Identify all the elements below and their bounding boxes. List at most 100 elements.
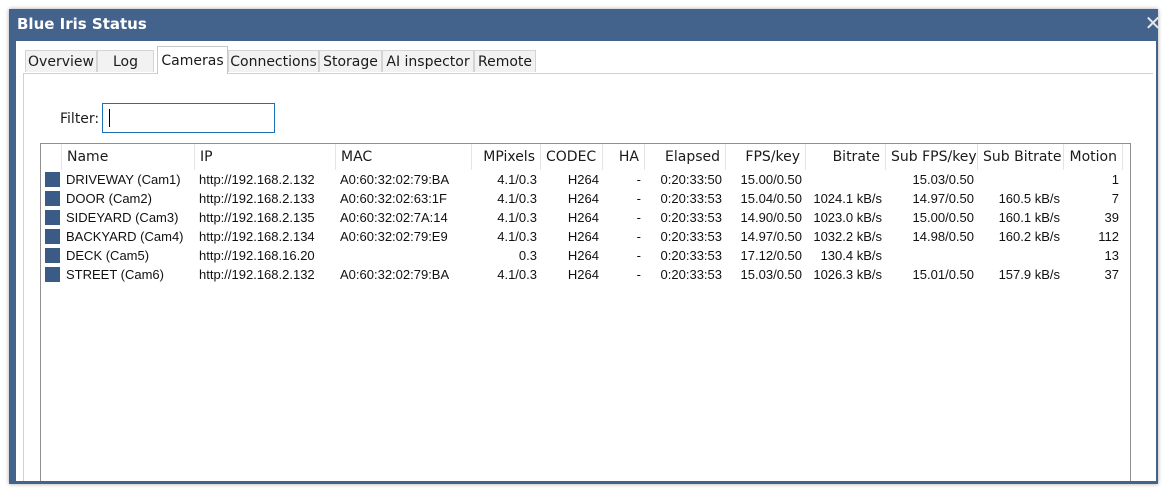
table-row[interactable]: DECK (Cam5) http://192.168.16.20 0.3 H26… — [41, 246, 1130, 265]
camera-bitrate: 1024.1 kB/s — [813, 191, 882, 206]
camera-bitrate: 1023.0 kB/s — [813, 210, 882, 225]
camera-mpixels: 0.3 — [518, 248, 537, 263]
camera-color-swatch — [45, 172, 60, 187]
camera-color-swatch — [45, 267, 60, 282]
camera-sub-fps-key: 15.01/0.50 — [912, 267, 974, 282]
text-cursor — [109, 109, 110, 127]
camera-elapsed: 0:20:33:53 — [660, 248, 722, 263]
camera-elapsed: 0:20:33:53 — [660, 229, 722, 244]
column-header-ha[interactable]: HA — [603, 144, 645, 170]
column-header-mac[interactable]: MAC — [336, 144, 472, 170]
camera-mpixels: 4.1/0.3 — [497, 267, 537, 282]
tab-strip: Overview Log Cameras Connections Storage… — [16, 41, 1156, 74]
camera-elapsed: 0:20:33:53 — [660, 210, 722, 225]
tab-log[interactable]: Log — [97, 50, 154, 72]
list-rows: DRIVEWAY (Cam1) http://192.168.2.132 A0:… — [41, 170, 1130, 284]
camera-sub-bitrate — [978, 246, 1064, 265]
camera-name: DOOR (Cam2) — [66, 191, 152, 206]
table-row[interactable]: DOOR (Cam2) http://192.168.2.133 A0:60:3… — [41, 189, 1130, 208]
camera-name: DRIVEWAY (Cam1) — [66, 172, 181, 187]
camera-ha: - — [636, 267, 641, 282]
camera-codec: H264 — [567, 191, 599, 206]
camera-sub-bitrate: 160.5 kB/s — [998, 191, 1060, 206]
column-header-sub-fps-key[interactable]: Sub FPS/key — [886, 144, 978, 170]
tab-remote[interactable]: Remote — [474, 50, 536, 72]
column-header-motion[interactable]: Motion — [1064, 144, 1123, 170]
camera-mpixels: 4.1/0.3 — [497, 172, 537, 187]
camera-codec: H264 — [567, 267, 599, 282]
camera-motion: 1 — [1111, 172, 1119, 187]
camera-mac: A0:60:32:02:79:BA — [340, 267, 450, 282]
camera-name: BACKYARD (Cam4) — [66, 229, 184, 244]
camera-fps-key: 14.97/0.50 — [740, 229, 802, 244]
camera-codec: H264 — [567, 248, 599, 263]
column-header-mpixels[interactable]: MPixels — [472, 144, 541, 170]
camera-sub-fps-key — [886, 246, 978, 265]
column-header-color[interactable] — [41, 144, 62, 170]
column-header-sub-bitrate[interactable]: Sub Bitrate — [978, 144, 1064, 170]
camera-ip: http://192.168.2.135 — [199, 210, 315, 225]
window-client: Overview Log Cameras Connections Storage… — [16, 41, 1156, 481]
camera-ha: - — [636, 191, 641, 206]
camera-name: DECK (Cam5) — [66, 248, 150, 263]
title-bar[interactable]: Blue Iris Status ✕ — [9, 9, 1161, 39]
camera-ip: http://192.168.2.132 — [199, 172, 315, 187]
camera-bitrate — [806, 170, 886, 189]
camera-motion: 13 — [1104, 248, 1119, 263]
camera-sub-fps-key: 15.00/0.50 — [912, 210, 974, 225]
tab-cameras[interactable]: Cameras — [157, 46, 228, 74]
tab-overview[interactable]: Overview — [25, 50, 97, 72]
camera-sub-fps-key: 14.97/0.50 — [912, 191, 974, 206]
tab-storage[interactable]: Storage — [319, 50, 382, 72]
camera-motion: 7 — [1111, 191, 1119, 206]
column-header-fps-key[interactable]: FPS/key — [726, 144, 806, 170]
camera-mac: A0:60:32:02:79:E9 — [340, 229, 448, 244]
camera-name: SIDEYARD (Cam3) — [66, 210, 179, 225]
camera-sub-fps-key: 15.03/0.50 — [912, 172, 974, 187]
camera-mac: A0:60:32:02:63:1F — [340, 191, 447, 206]
camera-bitrate: 130.4 kB/s — [820, 248, 882, 263]
camera-name: STREET (Cam6) — [66, 267, 164, 282]
camera-sub-bitrate — [978, 170, 1064, 189]
camera-bitrate: 1026.3 kB/s — [813, 267, 882, 282]
camera-codec: H264 — [567, 172, 599, 187]
camera-ip: http://192.168.2.132 — [199, 267, 315, 282]
camera-mpixels: 4.1/0.3 — [497, 191, 537, 206]
camera-sub-fps-key: 14.98/0.50 — [912, 229, 974, 244]
camera-codec: H264 — [567, 210, 599, 225]
camera-ip: http://192.168.2.133 — [199, 191, 315, 206]
camera-ha: - — [636, 229, 641, 244]
camera-ha: - — [636, 248, 641, 263]
column-header-elapsed[interactable]: Elapsed — [645, 144, 726, 170]
table-row[interactable]: DRIVEWAY (Cam1) http://192.168.2.132 A0:… — [41, 170, 1130, 189]
status-window: Blue Iris Status ✕ Overview Log Cameras … — [9, 9, 1161, 484]
camera-codec: H264 — [567, 229, 599, 244]
camera-bitrate: 1032.2 kB/s — [813, 229, 882, 244]
table-row[interactable]: BACKYARD (Cam4) http://192.168.2.134 A0:… — [41, 227, 1130, 246]
table-row[interactable]: SIDEYARD (Cam3) http://192.168.2.135 A0:… — [41, 208, 1130, 227]
camera-motion: 39 — [1104, 210, 1119, 225]
camera-list[interactable]: Name IP MAC MPixels CODEC HA Elapsed FPS… — [40, 143, 1131, 481]
camera-sub-bitrate: 160.2 kB/s — [998, 229, 1060, 244]
camera-motion: 112 — [1098, 229, 1119, 244]
camera-color-swatch — [45, 210, 60, 225]
column-header-bitrate[interactable]: Bitrate — [806, 144, 886, 170]
tab-ai-inspector[interactable]: AI inspector — [382, 50, 474, 72]
column-header-name[interactable]: Name — [62, 144, 195, 170]
filter-input[interactable] — [102, 103, 275, 133]
filter-label: Filter: — [60, 111, 100, 127]
camera-ha: - — [636, 210, 641, 225]
camera-ha: - — [636, 172, 641, 187]
camera-mpixels: 4.1/0.3 — [497, 210, 537, 225]
camera-elapsed: 0:20:33:53 — [660, 191, 722, 206]
close-icon[interactable]: ✕ — [1142, 11, 1164, 35]
camera-fps-key: 15.04/0.50 — [740, 191, 802, 206]
column-header-codec[interactable]: CODEC — [541, 144, 603, 170]
camera-ip: http://192.168.16.20 — [199, 248, 315, 263]
column-header-ip[interactable]: IP — [195, 144, 336, 170]
table-row[interactable]: STREET (Cam6) http://192.168.2.132 A0:60… — [41, 265, 1130, 284]
camera-mpixels: 4.1/0.3 — [497, 229, 537, 244]
tab-connections[interactable]: Connections — [228, 50, 319, 72]
camera-mac — [336, 246, 472, 265]
camera-ip: http://192.168.2.134 — [199, 229, 315, 244]
